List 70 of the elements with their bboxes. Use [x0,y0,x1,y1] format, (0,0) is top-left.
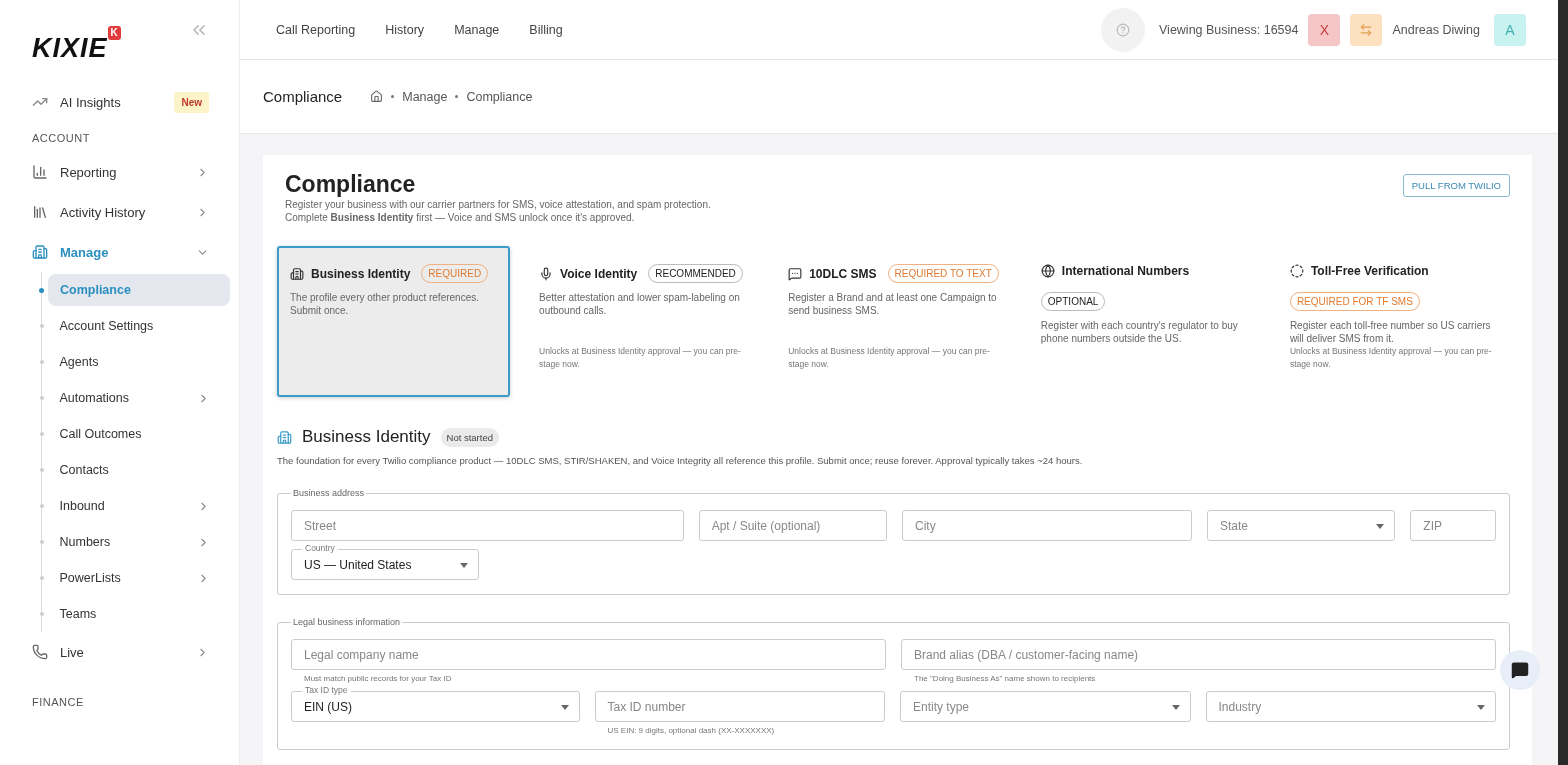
new-badge: New [174,91,209,113]
nav-item[interactable]: AI Insights New [0,82,239,122]
product-title: International Numbers [1061,264,1190,278]
nav-item[interactable]: Manage [0,232,239,272]
helper-text: US EIN: 9 digits, optional dash (XX-XXXXXXX) [607,726,776,735]
product-title: Toll-Free Verification [1310,264,1429,278]
field-label: Country [302,543,338,553]
input-field[interactable]: Brand alias (DBA / customer-facing name) [901,639,1496,670]
product-description: The profile every other product references. Submit once. [290,291,480,317]
field-label: Tax ID type [302,685,351,695]
section-heading: FINANCE [31,695,85,710]
nav-link[interactable]: History [385,22,425,37]
logo: KIXIE [32,32,108,64]
logo-badge: K [107,26,121,40]
section-heading: ACCOUNT [31,131,91,146]
input-field[interactable]: ZIP [1410,510,1496,541]
intro-text: Register your business with our carrier partners for SMS, voice attestation, and spam protection. [285,198,711,211]
nav-item[interactable]: Reporting [0,152,239,192]
product-title: Business Identity [311,266,411,281]
input-field[interactable]: Apt / Suite (optional) [698,510,887,541]
product-title: Voice Identity [560,266,638,281]
select-field[interactable]: State [1206,510,1396,541]
nav-subitem[interactable]: Numbers [47,526,230,558]
input-field[interactable]: Tax ID number [594,691,885,722]
product-note: Unlocks at Business Identity approval — you can pre-stage now. [788,345,991,371]
nav-subitem[interactable]: PowerLists [47,562,230,594]
nav-link[interactable]: Call Reporting [276,22,356,37]
breadcrumb-link[interactable]: Compliance [466,89,533,104]
status-badge: Not started [440,427,499,447]
helper-text: Must match public records for your Tax ID [304,674,453,683]
helper-text: The "Doing Business As" name shown to recipients [914,674,1097,683]
product-note: Unlocks at Business Identity approval — you can pre-stage now. [1289,345,1493,371]
nav-link[interactable]: Manage [454,22,500,37]
group-legend: Business address [291,488,367,498]
nav-item[interactable]: Activity History [0,192,239,232]
product-card[interactable]: Toll-Free Verification REQUIRED FOR TF SMS Register each toll-free number so US carriers will deliver SMS from it. Unlocks at Business Identity approval — you can pre-stage now. [1276,246,1510,397]
input-field[interactable]: Street [291,510,684,541]
nav-subitem[interactable]: Agents [47,346,230,378]
nav-subitem[interactable]: Account Settings [47,310,230,342]
input-field[interactable]: Legal company name [291,639,886,670]
product-title: 10DLC SMS [809,266,877,281]
product-note: Unlocks at Business Identity approval — you can pre-stage now. [539,345,742,371]
nav-subitem[interactable]: Call Outcomes [47,418,230,450]
section-description: The foundation for every Twilio compliance product — 10DLC SMS, STIR/SHAKEN, and Voice Integrity all reference this profile. Submit once; reuse forever. Approval typically takes ~24 hours. [277,455,1084,466]
product-description: Register each toll-free number so US carriers will deliver SMS from it. [1289,319,1492,345]
input-field[interactable]: City [901,510,1192,541]
nav-subitem[interactable]: Inbound [47,490,230,522]
product-description: Register a Brand and at least one Campaign to send business SMS. [788,291,998,317]
select-field[interactable]: Entity type [900,691,1191,722]
group-legend: Legal business information [291,617,403,627]
section-title: Business Identity [302,427,431,447]
product-description: Better attestation and lower spam-labeling on outbound calls. [539,291,741,317]
product-description: Register with each country's regulator to buy phone numbers outside the US. [1040,319,1239,345]
product-card[interactable]: Business Identity REQUIRED The profile every other product references. Submit once. [277,246,511,397]
viewing-business: Viewing Business: 16594 [1159,22,1299,37]
nav-subitem[interactable]: Contacts [47,454,230,486]
product-card[interactable]: International Numbers OPTIONAL Register with each country's regulator to buy phone numbers outside the US. [1027,246,1261,397]
nav-subitem[interactable]: Teams [47,598,230,630]
pull-button[interactable]: PULL FROM TWILIO [1402,174,1510,197]
product-card[interactable]: 10DLC SMS REQUIRED TO TEXT Register a Brand and at least one Campaign to send business SMS. Unlocks at Business Identity approval — you can pre-stage now. [775,246,1012,397]
nav-item[interactable]: Live [0,632,239,672]
breadcrumb-link[interactable]: Manage [402,89,448,104]
select-field[interactable]: Industry [1205,691,1496,722]
nav-subitem[interactable]: Automations [47,382,230,414]
heading: Compliance [285,171,417,198]
page-title: Compliance [263,88,343,105]
product-card[interactable]: Voice Identity RECOMMENDED Better attestation and lower spam-labeling on outbound calls. Unlocks at Business Identity approval — you can pre-stage now. [526,246,760,397]
nav-link[interactable]: Billing [529,22,563,37]
user-name: Andreas Diwing [1392,22,1480,37]
intro-text: Complete Business Identity first — Voice and SMS unlock once it's approved. [285,211,636,224]
